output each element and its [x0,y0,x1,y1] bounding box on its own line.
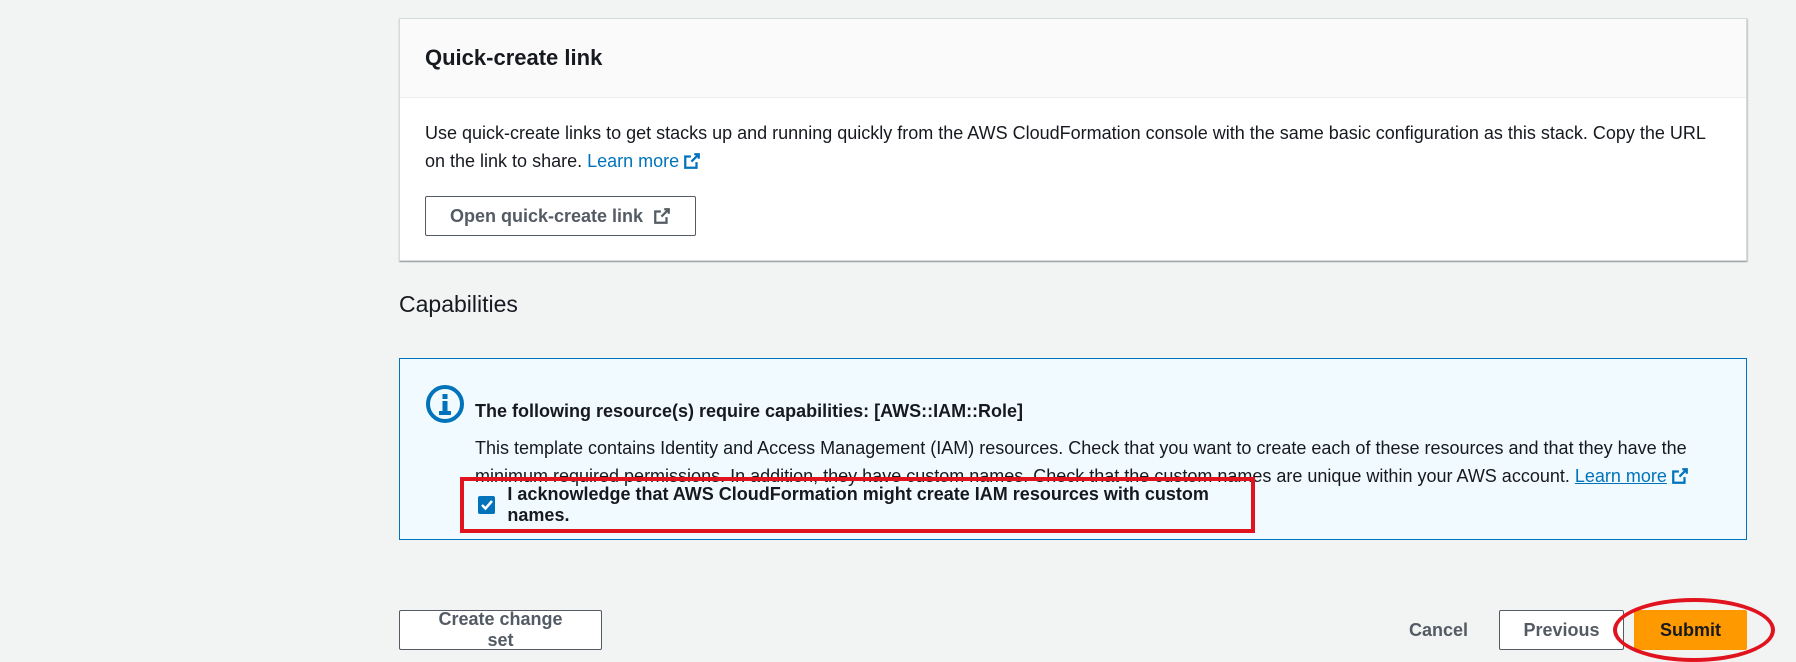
checkmark-icon [480,500,493,511]
submit-button[interactable]: Submit [1634,610,1747,650]
quick-create-description: Use quick-create links to get stacks up … [425,119,1721,175]
open-quick-create-label: Open quick-create link [450,205,644,226]
learn-more-label: Learn more [587,151,680,171]
external-link-icon [654,208,670,224]
quick-create-header: Quick-create link [400,19,1746,98]
capabilities-alert-title: The following resource(s) require capabi… [475,401,1024,421]
wizard-footer: Create change set Cancel Previous Submit [399,598,1775,662]
info-icon [426,385,464,423]
previous-button[interactable]: Previous [1499,610,1624,650]
acknowledge-label[interactable]: I acknowledge that AWS CloudFormation mi… [507,484,1251,526]
create-change-set-button[interactable]: Create change set [399,609,602,650]
acknowledge-capabilities-highlight: I acknowledge that AWS CloudFormation mi… [460,477,1255,533]
acknowledge-checkbox[interactable] [478,496,496,514]
capabilities-info-alert: The following resource(s) require capabi… [399,358,1747,540]
quick-create-panel: Quick-create link Use quick-create links… [399,18,1747,261]
external-link-icon [684,153,701,169]
page-content: Quick-create link Use quick-create links… [399,18,1775,662]
capabilities-heading: Capabilities [399,291,518,317]
cancel-button[interactable]: Cancel [1409,610,1468,650]
external-link-icon [1672,468,1688,484]
quick-create-body: Use quick-create links to get stacks up … [400,98,1746,260]
open-quick-create-link-button[interactable]: Open quick-create link [425,196,697,236]
learn-more-label: Learn more [1574,466,1667,486]
capabilities-learn-more-link[interactable]: Learn more [1575,466,1667,486]
quick-create-title: Quick-create link [425,45,603,70]
quick-create-learn-more-link[interactable]: Learn more [587,151,701,171]
